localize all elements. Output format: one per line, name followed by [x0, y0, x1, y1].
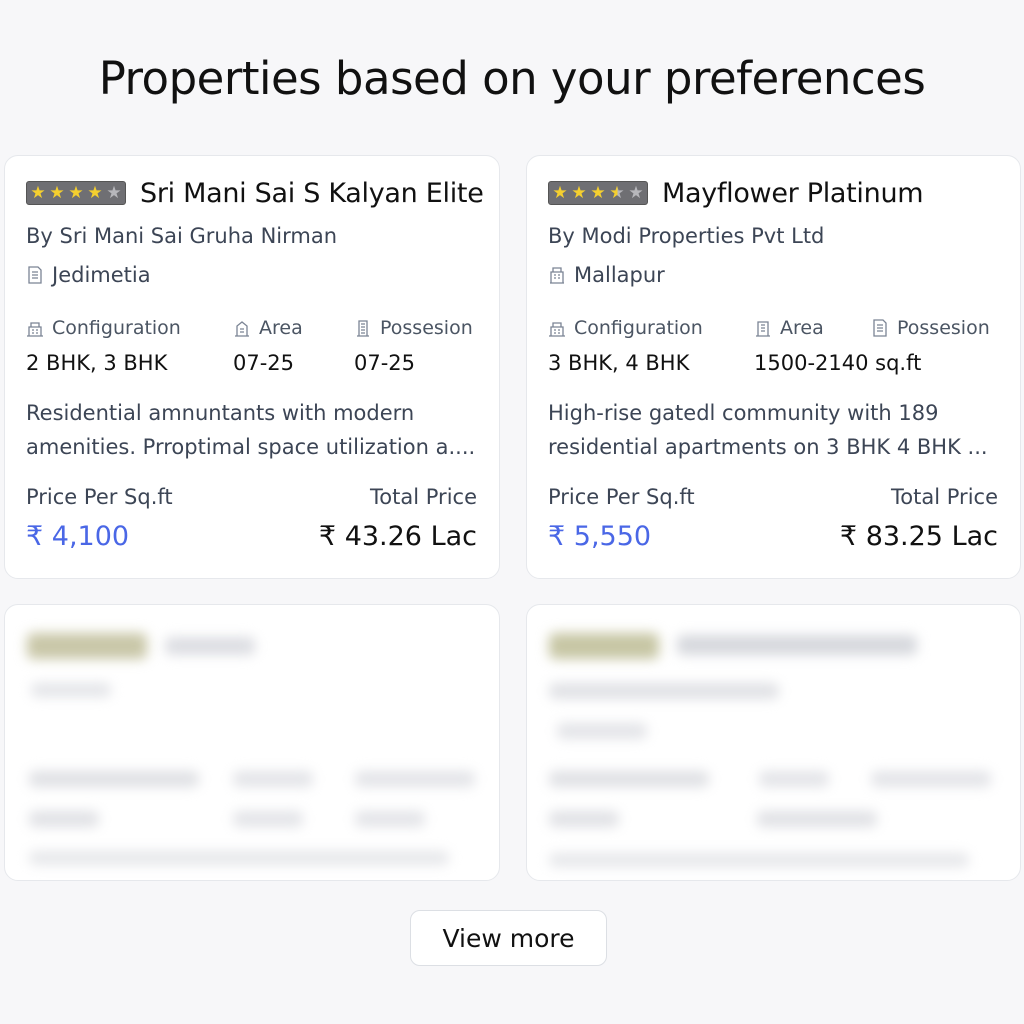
property-description: Residential amnuntants with modern ameni… — [26, 396, 477, 464]
blurred-text — [549, 853, 969, 867]
price-per-sqft-value: ₹ 4,100 — [26, 521, 129, 552]
view-more-button[interactable]: View more — [410, 910, 607, 966]
location-label: Mallapur — [574, 263, 665, 287]
total-price-amount: 83.25 Lac — [865, 521, 998, 552]
blurred-text — [233, 811, 303, 827]
blurred-text — [233, 771, 313, 787]
blurred-text — [557, 723, 647, 739]
property-description: High-rise gatedl community with 189 resi… — [548, 396, 998, 464]
document-icon — [873, 319, 887, 337]
blurred-text — [31, 683, 111, 697]
spec-possession-label: Possesion — [380, 317, 473, 339]
location: Mallapur — [548, 263, 665, 287]
spec-possession: Possesion 07-25 — [354, 317, 473, 375]
blurred-rating — [549, 633, 659, 659]
spec-area: Area 07-25 — [233, 317, 303, 375]
apartment-icon — [27, 322, 43, 337]
price-values: ₹ 4,100 ₹ 43.26 Lac — [26, 521, 477, 561]
currency-symbol: ₹ — [318, 521, 337, 552]
spec-area-label: Area — [259, 317, 303, 339]
blurred-text — [355, 771, 475, 787]
total-price-label: Total Price — [370, 485, 477, 509]
price-per-sqft-amount: 4,100 — [51, 521, 130, 552]
spec-area-value: 07-25 — [233, 351, 295, 375]
spec-configuration-value: 3 BHK, 4 BHK — [548, 351, 690, 375]
location-label: Jedimetia — [52, 263, 151, 287]
price-per-sqft-label: Price Per Sq.ft — [548, 485, 695, 509]
spec-possession-label: Possesion — [897, 317, 990, 339]
spec-area-label: Area — [780, 317, 824, 339]
price-labels: Price Per Sq.ft Total Price — [548, 485, 998, 515]
location: Jedimetia — [26, 263, 151, 287]
description-line: residential apartments on 3 BHK 4 BHK ..… — [548, 435, 988, 459]
spec-configuration-label: Configuration — [52, 317, 181, 339]
property-card[interactable]: ★ ★ ★ ★ ★ Sri Mani Sai S Kalyan Elite By… — [4, 155, 500, 579]
property-card-blurred — [4, 604, 500, 881]
price-per-sqft-value: ₹ 5,550 — [548, 521, 651, 552]
price-per-sqft-amount: 5,550 — [573, 521, 652, 552]
spec-possession-value: 07-25 — [354, 351, 416, 375]
building-icon — [550, 267, 564, 284]
specs: Configuration 3 BHK, 4 BHK Area 1500-214… — [548, 317, 998, 387]
price-per-sqft-label: Price Per Sq.ft — [26, 485, 173, 509]
blurred-text — [871, 771, 991, 787]
price-labels: Price Per Sq.ft Total Price — [26, 485, 477, 515]
spec-configuration: Configuration 2 BHK, 3 BHK — [26, 317, 181, 375]
price-values: ₹ 5,550 ₹ 83.25 Lac — [548, 521, 998, 561]
area-icon — [235, 321, 249, 337]
spec-configuration: Configuration 3 BHK, 4 BHK — [548, 317, 703, 375]
total-price-amount: 43.26 Lac — [344, 521, 477, 552]
blurred-text — [759, 771, 829, 787]
blurred-text — [29, 851, 449, 865]
blurred-text — [29, 811, 99, 827]
specs: Configuration 2 BHK, 3 BHK Area 07-25 Po… — [26, 317, 477, 387]
area-icon — [756, 321, 770, 337]
builder-name: By Modi Properties Pvt Ltd — [548, 224, 825, 248]
tower-icon — [357, 320, 369, 337]
blurred-text — [29, 771, 199, 787]
blurred-text — [757, 811, 877, 827]
description-line: High-rise gatedl community with 189 — [548, 401, 939, 425]
page-title: Properties based on your preferences — [98, 52, 926, 105]
building-icon — [28, 266, 42, 284]
builder-name: By Sri Mani Sai Gruha Nirman — [26, 224, 338, 248]
blurred-title — [677, 635, 917, 655]
blurred-title — [165, 637, 255, 655]
description-line: Residential amnuntants with modern — [26, 401, 415, 425]
blurred-text — [549, 771, 709, 787]
currency-symbol: ₹ — [839, 521, 858, 552]
property-card-blurred — [526, 604, 1021, 881]
spec-configuration-label: Configuration — [574, 317, 703, 339]
currency-symbol: ₹ — [26, 521, 44, 552]
property-card[interactable]: ★ ★ ★ ★ ★ Mayflower Platinum By Modi Pro… — [526, 155, 1021, 579]
currency-symbol: ₹ — [548, 521, 566, 552]
total-price-value: ₹ 43.26 Lac — [319, 521, 477, 552]
blurred-text — [549, 811, 619, 827]
blurred-text — [355, 811, 425, 827]
spec-configuration-value: 2 BHK, 3 BHK — [26, 351, 168, 375]
spec-area-value: 1500-2140 sq.ft — [754, 351, 922, 375]
apartment-icon — [549, 322, 565, 337]
blurred-text — [549, 683, 779, 699]
blurred-rating — [27, 633, 147, 659]
total-price-value: ₹ 83.25 Lac — [840, 521, 998, 552]
spec-possession: Possesion — [871, 317, 990, 351]
description-line: amenities. Prroptimal space utilization … — [26, 435, 476, 459]
total-price-label: Total Price — [891, 485, 998, 509]
